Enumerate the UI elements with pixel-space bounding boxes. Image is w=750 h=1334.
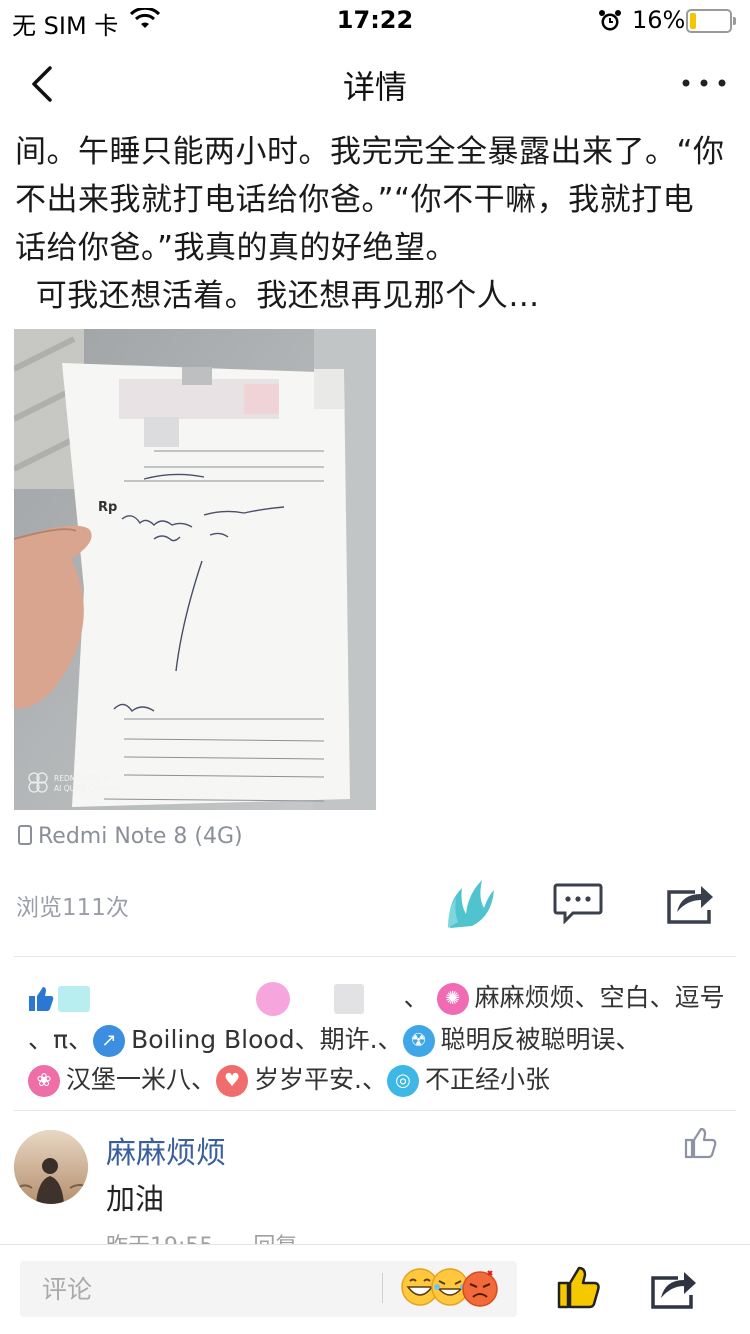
angry-emoji-icon[interactable] bbox=[460, 1267, 500, 1307]
page-title: 详情 bbox=[342, 68, 407, 106]
user-avatar[interactable]: ↗ bbox=[93, 1025, 126, 1057]
battery-fill bbox=[690, 13, 696, 29]
device-name: Redmi Note 8 (4G) bbox=[38, 824, 243, 849]
blurred-name bbox=[98, 986, 248, 1012]
wing-icon[interactable] bbox=[440, 872, 494, 932]
comment-input-box bbox=[20, 1261, 517, 1317]
arrow-icon: ↗ bbox=[101, 1030, 117, 1051]
nav-bar: 详情 bbox=[0, 40, 750, 128]
likes-names[interactable]: 聪明反被聪明误、 bbox=[441, 1025, 641, 1054]
likes-names[interactable]: 汉堡一米八、 bbox=[66, 1065, 216, 1094]
divider bbox=[14, 956, 736, 957]
watermark-line1: REDMI NOTE 8 bbox=[54, 774, 109, 783]
rp-label: Rp bbox=[98, 500, 117, 515]
user-avatar[interactable]: ♥ bbox=[216, 1065, 249, 1097]
view-count: 浏览111次 bbox=[16, 895, 129, 921]
likes-names[interactable]: 岁岁平安.、 bbox=[254, 1065, 387, 1094]
blurred-avatar bbox=[333, 984, 364, 1014]
likes-names[interactable]: 不正经小张 bbox=[425, 1065, 550, 1094]
battery-percent: 16% bbox=[632, 6, 686, 34]
likes-row: ❀ 汉堡一米八、 ♥ 岁岁平安.、 ◎ 不正经小张 bbox=[28, 1060, 550, 1100]
flower-icon: ✺ bbox=[445, 988, 461, 1009]
post-line: 话给你爸。”我真的真的好绝望。 bbox=[15, 230, 458, 266]
likes-names[interactable]: Boiling Blood、期许.、 bbox=[131, 1025, 402, 1054]
user-avatar[interactable]: ✺ bbox=[436, 983, 469, 1015]
watermark-line2: AI QUAD CAMERA bbox=[54, 784, 121, 793]
status-bar: 无 SIM 卡 17:22 16% bbox=[0, 0, 750, 40]
likes-names[interactable]: 麻麻烦烦、空白、逗号 bbox=[475, 983, 725, 1012]
divider bbox=[382, 1273, 383, 1303]
ring-icon: ◎ bbox=[395, 1070, 411, 1091]
share-icon[interactable] bbox=[650, 1267, 698, 1309]
alarm-icon bbox=[599, 10, 621, 31]
post-body: 间。午睡只能两小时。我完完全全暴露出来了。“你 不出来我就打电话给你爸。”“你不… bbox=[15, 128, 740, 320]
thumbs-up-icon bbox=[29, 987, 54, 1011]
share-icon[interactable] bbox=[665, 880, 715, 924]
likes-names[interactable]: 、π、 bbox=[28, 1025, 93, 1054]
divider bbox=[14, 1110, 736, 1111]
more-dots-icon[interactable] bbox=[680, 76, 728, 90]
radiation-icon: ☢ bbox=[410, 1030, 427, 1051]
comment-author[interactable]: 麻麻烦烦 bbox=[106, 1128, 226, 1172]
bottom-bar bbox=[0, 1244, 750, 1334]
blurred-avatar bbox=[57, 986, 90, 1012]
avatar[interactable] bbox=[14, 1130, 88, 1204]
likes-row: 、 ✺ 麻麻烦烦、空白、逗号 bbox=[28, 978, 725, 1018]
device-label: Redmi Note 8 (4G) bbox=[18, 824, 243, 849]
post-line: 间。午睡只能两小时。我完完全全暴露出来了。“你 bbox=[15, 134, 725, 170]
post-photo[interactable]: Rp REDMI NOTE 8 AI QUAD CAMERA bbox=[14, 329, 376, 810]
user-avatar[interactable]: ❀ bbox=[28, 1065, 60, 1097]
user-avatar[interactable]: ☢ bbox=[402, 1025, 435, 1057]
comment-icon[interactable] bbox=[553, 882, 603, 924]
blurred-avatar bbox=[255, 982, 290, 1016]
heart-icon: ♥ bbox=[223, 1070, 241, 1091]
avatar-image bbox=[14, 1130, 88, 1204]
blurred-name bbox=[298, 986, 326, 1012]
thumbs-up-icon[interactable] bbox=[684, 1126, 718, 1160]
comment-input[interactable] bbox=[20, 1261, 380, 1317]
likes-row: 、π、 ↗ Boiling Blood、期许.、 ☢ 聪明反被聪明误、 bbox=[28, 1020, 641, 1060]
separator: 、 bbox=[403, 983, 429, 1012]
post-line: 不出来我就打电话给你爸。”“你不干嘛，我就打电 bbox=[15, 182, 695, 218]
post-line: 可我还想活着。我还想再见那个人… bbox=[15, 278, 540, 314]
prescription-photo: Rp REDMI NOTE 8 AI QUAD CAMERA bbox=[14, 329, 376, 810]
lotus-icon: ❀ bbox=[36, 1070, 52, 1091]
comment-text: 加油 bbox=[106, 1182, 165, 1216]
thumbs-up-icon[interactable] bbox=[556, 1263, 602, 1311]
battery-icon bbox=[686, 9, 736, 33]
phone-icon bbox=[18, 825, 32, 845]
user-avatar[interactable]: ◎ bbox=[386, 1065, 419, 1097]
